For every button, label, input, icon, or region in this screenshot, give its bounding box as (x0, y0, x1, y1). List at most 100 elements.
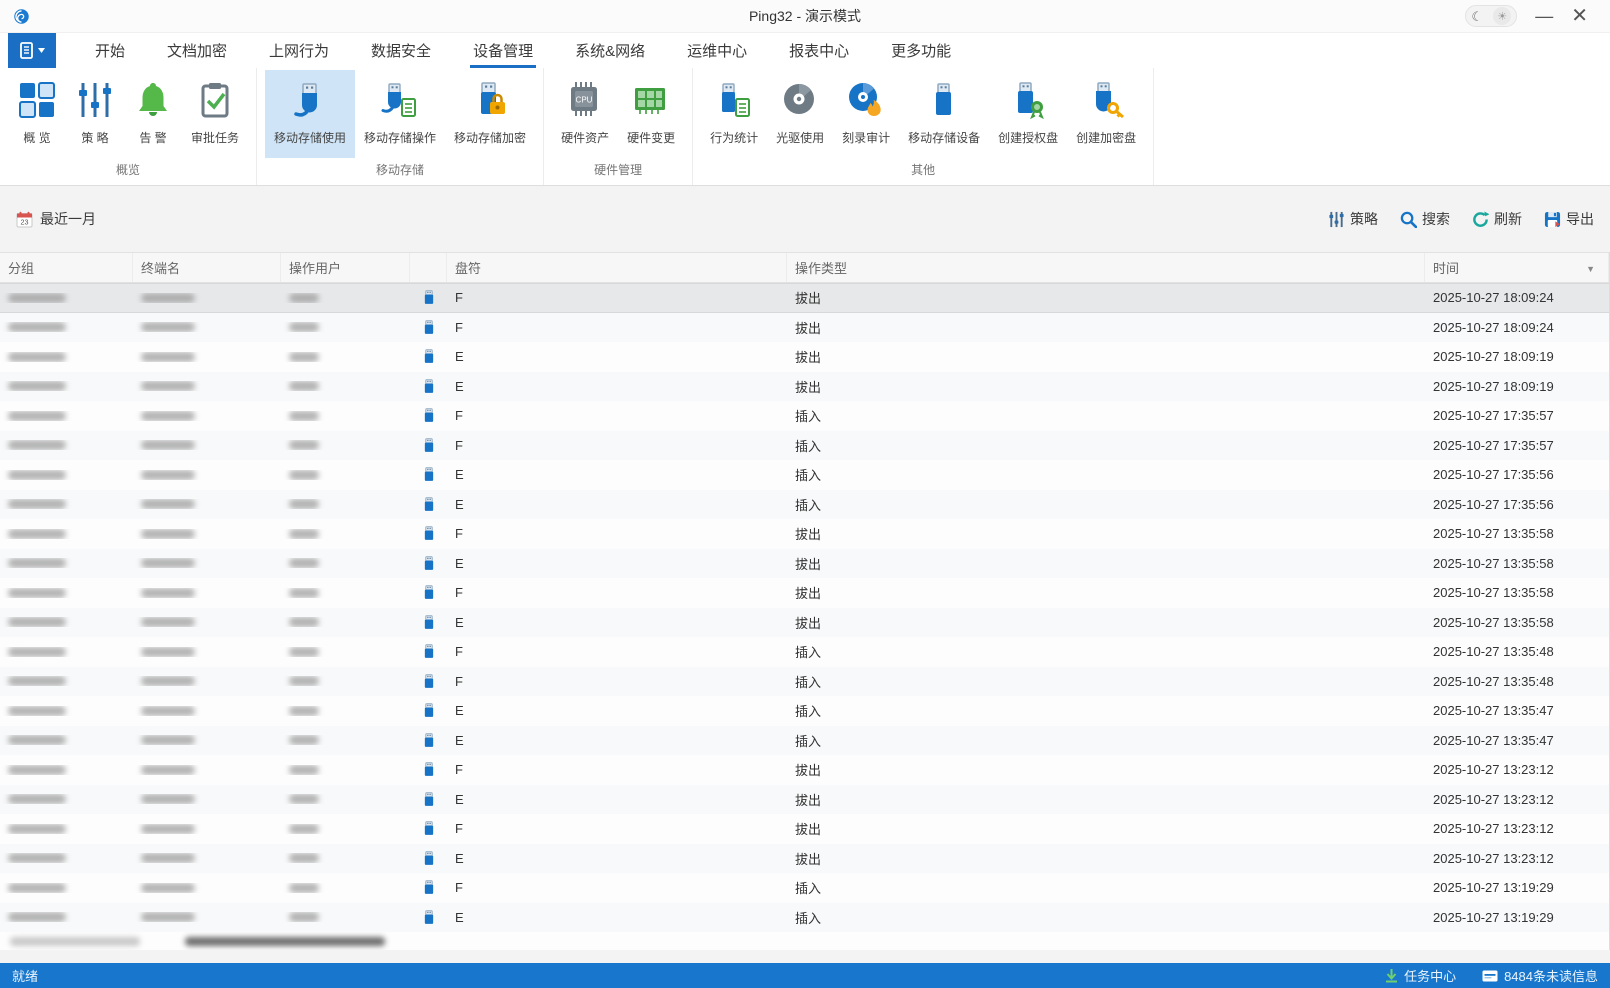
ribbon-button-刻录审计[interactable]: 刻录审计 (833, 70, 899, 158)
alarm-bell-icon (133, 80, 173, 120)
operation-type-cell: 拔出 (787, 613, 1425, 632)
operation-type-cell: 插入 (787, 672, 1425, 691)
redacted-text (289, 647, 319, 657)
table-row[interactable]: E插入2025-10-27 17:35:56 (0, 460, 1609, 490)
unread-messages-button[interactable]: 8484条未读信息 (1482, 966, 1598, 985)
column-header-时间[interactable]: 时间 (1425, 253, 1609, 282)
table-row[interactable]: F插入2025-10-27 17:35:57 (0, 431, 1609, 461)
action-label: 刷新 (1494, 209, 1522, 229)
redacted-text (10, 937, 140, 946)
redacted-text (141, 440, 195, 450)
menu-tab-报表中心[interactable]: 报表中心 (768, 33, 870, 68)
table-row[interactable]: F插入2025-10-27 17:35:57 (0, 401, 1609, 431)
redacted-text (8, 322, 66, 332)
menu-tab-数据安全[interactable]: 数据安全 (350, 33, 452, 68)
column-header-icon[interactable] (410, 253, 447, 282)
table-row[interactable]: F插入2025-10-27 13:35:48 (0, 667, 1609, 697)
menu-tab-上网行为[interactable]: 上网行为 (248, 33, 350, 68)
drive-letter-cell: E (447, 349, 787, 364)
redacted-text (141, 706, 195, 716)
column-header-分组[interactable]: 分组 (0, 253, 133, 282)
策略-button[interactable]: 策略 (1328, 209, 1378, 229)
ribbon-group-label: 概览 (0, 158, 256, 185)
ribbon-button-概览[interactable]: 概 览 (8, 70, 66, 158)
table-row[interactable]: E插入2025-10-27 13:35:47 (0, 726, 1609, 756)
menu-tab-系统&网络[interactable]: 系统&网络 (554, 33, 666, 68)
action-label: 导出 (1566, 209, 1594, 229)
operation-type-cell: 拔出 (787, 524, 1425, 543)
cpu-chip-icon: CPU (565, 80, 605, 120)
operation-type-cell: 拔出 (787, 790, 1425, 809)
ribbon-button-创建加密盘[interactable]: 创建加密盘 (1067, 70, 1145, 158)
ribbon-group: 移动存储使用移动存储操作移动存储加密移动存储 (257, 68, 544, 185)
ribbon-button-移动存储设备[interactable]: 移动存储设备 (899, 70, 989, 158)
ribbon-button-移动存储使用[interactable]: 移动存储使用 (265, 70, 355, 158)
table-row[interactable]: E拔出2025-10-27 13:23:12 (0, 785, 1609, 815)
minimize-button[interactable]: — (1535, 7, 1553, 25)
app-menu-button[interactable] (8, 33, 56, 68)
table-row[interactable]: E插入2025-10-27 13:35:47 (0, 696, 1609, 726)
table-row[interactable]: F拔出2025-10-27 13:23:12 (0, 755, 1609, 785)
搜索-button[interactable]: 搜索 (1400, 209, 1450, 229)
column-header-终端名[interactable]: 终端名 (133, 253, 281, 282)
ribbon-button-行为统计[interactable]: 行为统计 (701, 70, 767, 158)
menu-tab-设备管理[interactable]: 设备管理 (452, 33, 554, 68)
menu-tab-文档加密[interactable]: 文档加密 (146, 33, 248, 68)
table-row[interactable]: E拔出2025-10-27 13:35:58 (0, 608, 1609, 638)
table-row[interactable]: F插入2025-10-27 13:35:48 (0, 637, 1609, 667)
column-header-操作类型[interactable]: 操作类型 (787, 253, 1425, 282)
filter-bar: 23 最近一月 策略 搜索 刷新 导出 (0, 186, 1610, 252)
刷新-button[interactable]: 刷新 (1472, 209, 1522, 229)
operation-type-cell: 拔出 (787, 819, 1425, 838)
redacted-text (141, 499, 195, 509)
column-header-操作用户[interactable]: 操作用户 (281, 253, 410, 282)
redacted-text (289, 676, 319, 686)
sort-desc-icon[interactable]: ▼ (1586, 264, 1595, 274)
redacted-text (8, 499, 66, 509)
document-icon (19, 42, 35, 60)
ribbon-button-移动存储加密[interactable]: 移动存储加密 (445, 70, 535, 158)
table-row[interactable]: E拔出2025-10-27 13:35:58 (0, 549, 1609, 579)
ribbon-button-光驱使用[interactable]: 光驱使用 (767, 70, 833, 158)
redacted-text (141, 588, 195, 598)
theme-toggle[interactable]: ☾ ☀ (1465, 5, 1517, 27)
drive-letter-cell: E (447, 851, 787, 866)
redacted-text (289, 912, 319, 922)
usb-drive-icon (423, 733, 435, 748)
table-row[interactable]: F拔出2025-10-27 18:09:24 (0, 283, 1609, 313)
导出-button[interactable]: 导出 (1544, 209, 1594, 229)
redacted-text (8, 617, 66, 627)
usb-drive-icon (423, 762, 435, 777)
table-row[interactable]: F拔出2025-10-27 18:09:24 (0, 313, 1609, 343)
ribbon-button-告警[interactable]: 告 警 (124, 70, 182, 158)
menu-tab-更多功能[interactable]: 更多功能 (870, 33, 972, 68)
table-row[interactable]: E插入2025-10-27 13:19:29 (0, 903, 1609, 933)
close-button[interactable]: ✕ (1571, 6, 1588, 26)
table-row[interactable]: F拔出2025-10-27 13:35:58 (0, 519, 1609, 549)
menu-tab-运维中心[interactable]: 运维中心 (666, 33, 768, 68)
refresh-icon (1472, 211, 1489, 228)
ribbon-button-硬件变更[interactable]: 硬件变更 (618, 70, 684, 158)
task-center-button[interactable]: 任务中心 (1385, 966, 1456, 985)
column-header-盘符[interactable]: 盘符 (447, 253, 787, 282)
menu-tab-开始[interactable]: 开始 (74, 33, 146, 68)
table-row[interactable]: E拔出2025-10-27 18:09:19 (0, 372, 1609, 402)
ribbon-button-移动存储操作[interactable]: 移动存储操作 (355, 70, 445, 158)
task-center-label: 任务中心 (1404, 966, 1456, 985)
table-row[interactable]: F拔出2025-10-27 13:35:58 (0, 578, 1609, 608)
table-row[interactable]: F拔出2025-10-27 13:23:12 (0, 814, 1609, 844)
date-range-filter[interactable]: 23 最近一月 (16, 209, 96, 229)
ribbon-button-硬件资产[interactable]: CPU硬件资产 (552, 70, 618, 158)
redacted-text (289, 883, 319, 893)
table-row[interactable]: E拔出2025-10-27 13:23:12 (0, 844, 1609, 874)
ribbon-button-审批任务[interactable]: 审批任务 (182, 70, 248, 158)
ribbon-button-创建授权盘[interactable]: 创建授权盘 (989, 70, 1067, 158)
drive-letter-cell: F (447, 880, 787, 895)
redacted-text (141, 558, 195, 568)
table-row[interactable]: E插入2025-10-27 17:35:56 (0, 490, 1609, 520)
table-row[interactable]: F插入2025-10-27 13:19:29 (0, 873, 1609, 903)
ribbon-button-策略[interactable]: 策 略 (66, 70, 124, 158)
timestamp-cell: 2025-10-27 17:35:56 (1425, 467, 1609, 482)
redacted-text (8, 529, 66, 539)
table-row[interactable]: E拔出2025-10-27 18:09:19 (0, 342, 1609, 372)
